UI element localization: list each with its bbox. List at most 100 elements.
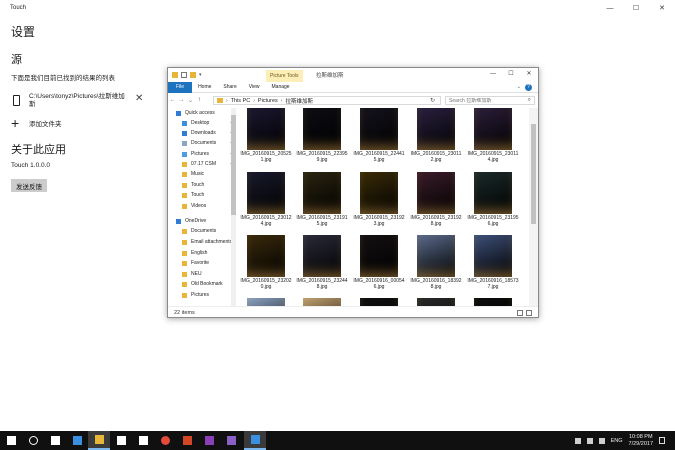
back-button[interactable]: ← [168,97,177,103]
qat-dropdown-icon[interactable]: ▾ [199,72,202,78]
large-icons-view-button[interactable] [526,310,532,316]
file-item[interactable]: IMG_20160915_230112.jpg [409,108,463,166]
file-name: IMG_20160915_230114.jpg [467,151,519,163]
file-item[interactable]: IMG_20160916_183928.jpg [409,235,463,293]
tab-share[interactable]: Share [217,82,242,93]
close-button[interactable]: ✕ [649,0,675,16]
nav-item[interactable]: Email attachments [168,237,236,247]
show-hidden-icons-icon[interactable] [574,437,581,444]
taskbar-button[interactable] [44,431,66,450]
taskbar-button[interactable] [110,431,132,450]
network-icon[interactable] [586,437,593,444]
tab-file[interactable]: File [168,81,193,93]
file-item[interactable] [295,298,349,306]
nav-item[interactable]: Touch [168,180,236,190]
file-item[interactable]: IMG_20160916_000546.jpg [352,235,406,293]
file-item[interactable]: IMG_20160915_231956.jpg [466,172,520,230]
taskbar-button[interactable] [220,431,242,450]
source-description: 下面是我们目前已找到的结果的列表 [11,75,115,82]
explorer-minimize-button[interactable]: — [484,68,502,80]
nav-item[interactable]: Desktop⊸ [168,118,236,128]
nav-item[interactable]: Documents [168,226,236,236]
breadcrumb-separator[interactable]: › [226,98,228,104]
new-folder-icon[interactable] [190,72,196,78]
file-item[interactable]: IMG_20160915_230124.jpg [239,172,293,230]
up-button[interactable]: ↑ [195,97,204,103]
address-box[interactable]: › This PC › Pictures › 拉斯维加斯 [213,96,441,105]
help-icon[interactable]: ? [525,84,532,91]
nav-item[interactable]: Quick access [168,108,236,118]
expand-ribbon-button[interactable]: ⌄ [517,84,521,91]
file-item[interactable]: IMG_20160915_232448.jpg [295,235,349,293]
forward-button[interactable]: → [177,97,186,103]
file-item[interactable] [466,298,520,306]
taskbar-button[interactable] [66,431,88,450]
file-item[interactable]: IMG_20160915_224415.jpg [352,108,406,166]
add-folder-button[interactable]: + 添加文件夹 [11,116,62,130]
tab-home[interactable]: Home [192,82,217,93]
tab-manage[interactable]: Manage [266,82,296,93]
search-box[interactable]: ⌕ [445,96,535,105]
nav-item[interactable]: Documents⊸ [168,138,236,148]
breadcrumb-current-folder[interactable]: 拉斯维加斯 [285,97,313,105]
taskbar-button[interactable] [198,431,220,450]
nav-item[interactable]: Downloads⊸ [168,128,236,138]
nav-scrollbar-thumb[interactable] [231,115,236,215]
search-input[interactable] [449,97,519,104]
action-center-icon[interactable] [659,437,665,444]
content-scrollbar-thumb[interactable] [531,124,536,224]
nav-item[interactable]: Music [168,169,236,179]
quick-access-toolbar: ▾ [172,72,202,78]
file-item[interactable] [352,298,406,306]
file-item[interactable]: IMG_20160915_205251.jpg [239,108,293,166]
explorer-close-button[interactable]: ✕ [520,68,538,80]
remove-folder-button[interactable]: ✕ [135,93,143,104]
minimize-button[interactable]: — [597,0,623,16]
nav-item[interactable]: Old Bookmark [168,279,236,289]
clock[interactable]: 10:08 PM 7/29/2017 [629,434,653,448]
taskbar-button[interactable] [132,431,154,450]
details-view-button[interactable] [517,310,523,316]
breadcrumb-pictures[interactable]: Pictures [258,98,278,104]
nav-item[interactable]: Videos [168,201,236,211]
file-item[interactable] [239,298,293,306]
send-feedback-button[interactable]: 发送反馈 [11,179,47,192]
breadcrumb-separator[interactable]: › [281,98,283,104]
image-thumbnail [303,235,341,277]
taskbar-button[interactable] [22,431,44,450]
nav-item[interactable]: OneDrive [168,216,236,226]
file-item[interactable]: IMG_20160916_185737.jpg [466,235,520,293]
nav-item[interactable]: Pictures [168,290,236,300]
tab-view[interactable]: View [243,82,266,93]
maximize-button[interactable]: ☐ [623,0,649,16]
nav-item[interactable]: English [168,248,236,258]
file-item[interactable]: IMG_20160915_231928.jpg [409,172,463,230]
language-indicator[interactable]: ENG [611,438,623,444]
refresh-button[interactable]: ↻ [430,97,435,104]
desktop-icon [182,120,187,126]
onenote-icon [204,436,214,445]
file-item[interactable]: IMG_20160915_232020.jpg [239,235,293,293]
picture-tools-tab[interactable]: Picture Tools [266,70,303,82]
taskbar-button[interactable] [88,431,110,450]
taskbar-button[interactable] [154,431,176,450]
nav-item[interactable]: Favorite [168,258,236,268]
file-item[interactable]: IMG_20160915_231923.jpg [352,172,406,230]
taskbar-button[interactable] [0,431,22,450]
nav-item[interactable]: Pictures⊸ [168,149,236,159]
file-item[interactable]: IMG_20160915_231915.jpg [295,172,349,230]
properties-icon[interactable] [181,72,187,78]
breadcrumb-separator[interactable]: › [253,98,255,104]
explorer-maximize-button[interactable]: ☐ [502,68,520,80]
breadcrumb-this-pc[interactable]: This PC [231,98,251,104]
file-item[interactable] [409,298,463,306]
taskbar-button[interactable] [176,431,198,450]
nav-item[interactable]: Touch [168,190,236,200]
volume-icon[interactable] [598,437,605,444]
nav-item[interactable]: 07.17 CSM⊸ [168,159,236,169]
file-item[interactable]: IMG_20160915_223959.jpg [295,108,349,166]
taskbar-button[interactable] [244,431,266,450]
recent-locations-button[interactable]: ⌄ [186,97,195,104]
file-item[interactable]: IMG_20160915_230114.jpg [466,108,520,166]
nav-item[interactable]: NEU [168,269,236,279]
